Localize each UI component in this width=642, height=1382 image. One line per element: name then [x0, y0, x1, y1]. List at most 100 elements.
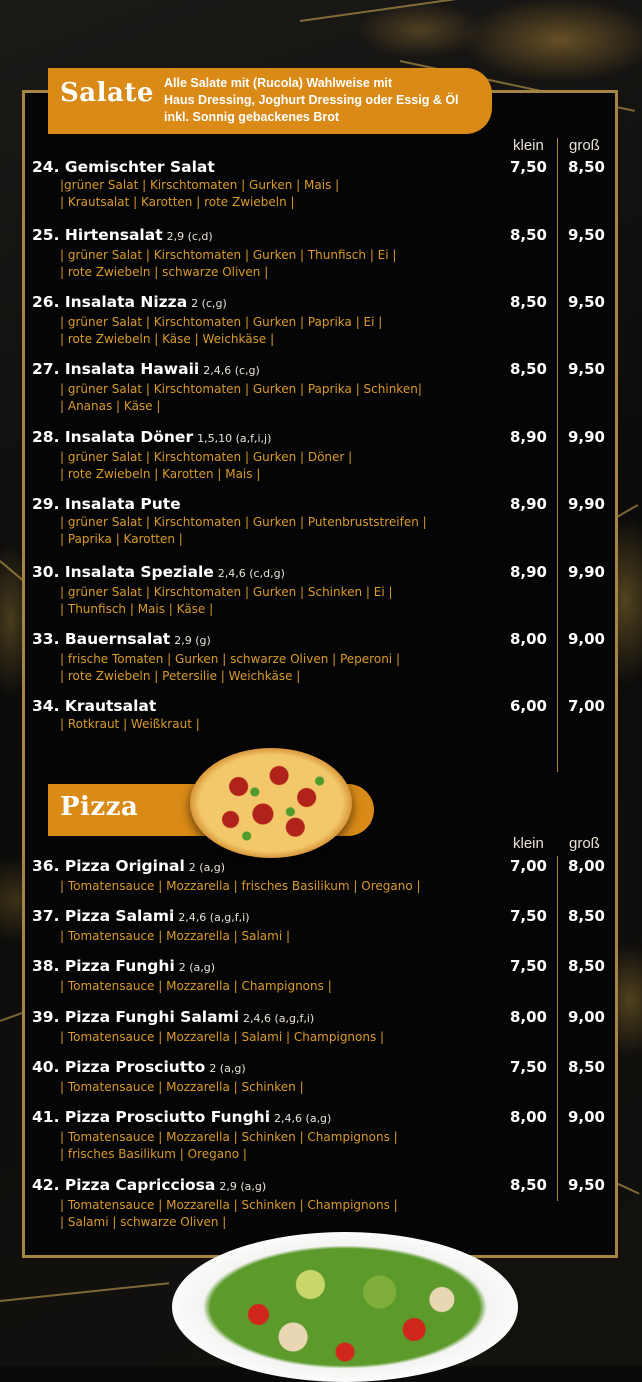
salate-menu-item: 26. Insalata Nizza 2 (c,g) | grüner Salat …	[32, 292, 605, 348]
item-description: | grüner Salat | Kirschtomaten | Gurken …	[60, 381, 602, 415]
item-name: 30. Insalata Speziale	[32, 563, 214, 581]
item-description-line: | grüner Salat | Kirschtomaten | Gurken …	[60, 248, 397, 262]
item-description: | frische Tomaten | Gurken | schwarze Ol…	[60, 651, 602, 685]
item-description-line: | frische Tomaten | Gurken | schwarze Ol…	[60, 652, 400, 666]
pizza-menu-item: 40. Pizza Prosciutto 2 (a,g) | Tomatensauc…	[32, 1057, 605, 1096]
item-allergen-codes: 2,4,6 (c,d,g)	[217, 567, 285, 580]
salate-menu-item: 27. Insalata Hawaii 2,4,6 (c,g) | grüner S…	[32, 359, 605, 415]
price-large: 9,50	[567, 360, 605, 378]
item-name: 41. Pizza Prosciutto Funghi	[32, 1108, 271, 1126]
item-name: 28. Insalata Döner	[32, 428, 194, 446]
salad-photo	[172, 1232, 518, 1382]
price-small: 7,00	[509, 857, 547, 875]
price-large: 9,00	[567, 630, 605, 648]
item-description-line: | Tomatensauce | Mozzarella | frisches B…	[60, 879, 421, 893]
price-small: 8,00	[509, 1008, 547, 1026]
salate-col-large: groß	[569, 137, 600, 154]
item-allergen-codes: 2,9 (c,d)	[166, 230, 213, 243]
salate-title: Salate	[60, 78, 154, 108]
item-description: | Tomatensauce | Mozzarella | Salami | C…	[60, 1029, 602, 1046]
item-name: 37. Pizza Salami	[32, 907, 175, 925]
item-allergen-codes: 2 (c,g)	[191, 297, 227, 310]
item-description-line: | Tomatensauce | Mozzarella | Schinken |…	[60, 1198, 398, 1212]
price-large: 8,50	[567, 957, 605, 975]
pizza-menu-item: 36. Pizza Original 2 (a,g) | Tomatensauce …	[32, 856, 605, 895]
price-large: 9,90	[567, 495, 605, 513]
salate-note-line: Alle Salate mit (Rucola) Wahlweise mit	[164, 76, 393, 90]
item-name: 25. Hirtensalat	[32, 226, 163, 244]
item-allergen-codes: 2,4,6 (a,g)	[274, 1112, 332, 1125]
pizza-col-large: groß	[569, 835, 600, 852]
price-small: 8,50	[509, 293, 547, 311]
salate-menu-item: 25. Hirtensalat 2,9 (c,d) | grüner Salat |…	[32, 225, 605, 281]
salate-banner: Salate Alle Salate mit (Rucola) Wahlweis…	[48, 68, 492, 134]
price-small: 8,50	[509, 360, 547, 378]
item-description-line: | Tomatensauce | Mozzarella | Salami | C…	[60, 1030, 385, 1044]
item-name: 36. Pizza Original	[32, 857, 185, 875]
pizza-menu-item: 41. Pizza Prosciutto Funghi 2,4,6 (a,g) | …	[32, 1107, 605, 1163]
item-description-line: | grüner Salat | Kirschtomaten | Gurken …	[60, 450, 353, 464]
item-name: 26. Insalata Nizza	[32, 293, 188, 311]
item-allergen-codes: 2,4,6 (a,g,f,i)	[243, 1012, 315, 1025]
item-description-line: | grüner Salat | Kirschtomaten | Gurken …	[60, 315, 383, 329]
price-large: 9,90	[567, 428, 605, 446]
price-large: 8,50	[567, 1058, 605, 1076]
price-large: 8,00	[567, 857, 605, 875]
pizza-col-small: klein	[513, 835, 544, 852]
salate-menu-item: 34. Krautsalat | Rotkraut | Weißkraut | 6,…	[32, 696, 605, 733]
item-description-line: | rote Zwiebeln | Karotten | Mais |	[60, 467, 261, 481]
item-description-line: | Salami | schwarze Oliven |	[60, 1215, 227, 1229]
item-description: | Tomatensauce | Mozzarella | frisches B…	[60, 878, 602, 895]
salate-note-line: Haus Dressing, Joghurt Dressing oder Ess…	[164, 93, 459, 107]
price-large: 9,90	[567, 563, 605, 581]
price-small: 8,00	[509, 630, 547, 648]
price-small: 6,00	[509, 697, 547, 715]
salate-menu-item: 30. Insalata Speziale 2,4,6 (c,d,g) | grün…	[32, 562, 605, 618]
item-description: |grüner Salat | Kirschtomaten | Gurken |…	[60, 177, 602, 211]
price-small: 8,00	[509, 1108, 547, 1126]
item-allergen-codes: 2,4,6 (c,g)	[203, 364, 260, 377]
salate-col-small: klein	[513, 137, 544, 154]
salate-menu-item: 28. Insalata Döner 1,5,10 (a,f,i,j) | grün…	[32, 427, 605, 483]
item-name: 38. Pizza Funghi	[32, 957, 175, 975]
item-allergen-codes: 2 (a,g)	[209, 1062, 246, 1075]
item-name: 42. Pizza Capricciosa	[32, 1176, 216, 1194]
item-description: | Tomatensauce | Mozzarella | Schinken |	[60, 1079, 602, 1096]
item-description-line: | rote Zwiebeln | Käse | Weichkäse |	[60, 332, 275, 346]
item-description: | grüner Salat | Kirschtomaten | Gurken …	[60, 514, 602, 548]
item-name: 34. Krautsalat	[32, 697, 157, 715]
salate-menu-item: 29. Insalata Pute | grüner Salat | Kirsch…	[32, 494, 605, 548]
salate-note-line: inkl. Sonnig gebackenes Brot	[164, 110, 340, 124]
item-allergen-codes: 1,5,10 (a,f,i,j)	[197, 432, 272, 445]
pizza-menu-item: 38. Pizza Funghi 2 (a,g) | Tomatensauce | …	[32, 956, 605, 995]
item-allergen-codes: 2 (a,g)	[188, 861, 226, 874]
item-name: 40. Pizza Prosciutto	[32, 1058, 206, 1076]
item-description-line: | frisches Basilikum | Oregano |	[60, 1147, 247, 1161]
price-large: 9,50	[567, 293, 605, 311]
item-description-line: | Tomatensauce | Mozzarella | Schinken |	[60, 1080, 304, 1094]
item-description: | grüner Salat | Kirschtomaten | Gurken …	[60, 449, 602, 483]
item-name: 29. Insalata Pute	[32, 495, 181, 513]
price-small: 7,50	[509, 907, 547, 925]
item-allergen-codes: 2 (a,g)	[178, 961, 216, 974]
item-description: | grüner Salat | Kirschtomaten | Gurken …	[60, 247, 602, 281]
item-description-line: | rote Zwiebeln | schwarze Oliven |	[60, 265, 269, 279]
item-allergen-codes: 2,4,6 (a,g,f,i)	[178, 911, 250, 924]
price-large: 9,50	[567, 226, 605, 244]
item-name: 27. Insalata Hawaii	[32, 360, 200, 378]
item-name: 33. Bauernsalat	[32, 630, 171, 648]
item-name: 39. Pizza Funghi Salami	[32, 1008, 240, 1026]
price-small: 8,90	[509, 428, 547, 446]
price-large: 9,00	[567, 1008, 605, 1026]
price-large: 7,00	[567, 697, 605, 715]
price-small: 8,50	[509, 1176, 547, 1194]
item-description-line: | grüner Salat | Kirschtomaten | Gurken …	[60, 515, 427, 529]
price-small: 8,90	[509, 563, 547, 581]
price-small: 7,50	[509, 957, 547, 975]
item-description-line: | grüner Salat | Kirschtomaten | Gurken …	[60, 382, 422, 396]
item-allergen-codes: 2,9 (a,g)	[219, 1180, 267, 1193]
item-description-line: |grüner Salat | Kirschtomaten | Gurken |…	[60, 178, 340, 192]
item-description-line: | Tomatensauce | Mozzarella | Champignon…	[60, 979, 332, 993]
item-description-line: | Tomatensauce | Mozzarella | Schinken |…	[60, 1130, 398, 1144]
item-description: | Tomatensauce | Mozzarella | Schinken |…	[60, 1197, 602, 1231]
